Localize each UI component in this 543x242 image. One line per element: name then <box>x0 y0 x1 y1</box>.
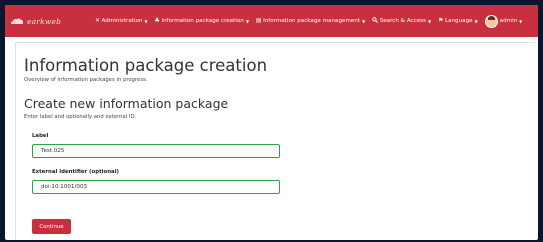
nav-information-package-creation-label: Information package creation <box>161 18 244 24</box>
caret-down-icon: ▼ <box>245 18 249 24</box>
cloud-logo-icon <box>10 18 24 24</box>
caret-down-icon: ▼ <box>474 18 478 24</box>
sitemap-icon: ♣ <box>154 17 160 24</box>
main-content: Information package creation Overview of… <box>5 37 538 240</box>
nav-language[interactable]: ⚑ Language ▼ <box>438 17 478 25</box>
nav-information-package-creation[interactable]: ♣ Information package creation ▼ <box>154 17 249 25</box>
caret-down-icon: ▼ <box>427 18 432 24</box>
page-subtitle: Overview of information packages in prog… <box>24 77 148 83</box>
avatar <box>484 14 498 28</box>
external-id-input[interactable]: doi:10.1001/003 <box>32 180 280 194</box>
table-icon: ▤ <box>255 17 262 24</box>
section-title: Create new information package <box>24 96 229 111</box>
app-window: earkweb ✕ Administration ▼ ♣ Information… <box>5 5 538 240</box>
label-input[interactable]: Test.025 <box>32 144 280 158</box>
section-subtitle: Enter label and optionally and external … <box>24 114 137 120</box>
content-panel: Information package creation Overview of… <box>15 42 535 240</box>
flag-icon: ⚑ <box>438 17 444 24</box>
brand-logo[interactable]: earkweb <box>10 17 95 26</box>
caret-down-icon: ▼ <box>362 18 366 24</box>
nav-information-package-management[interactable]: ▤ Information package management ▼ <box>255 17 366 25</box>
label-field-label: Label <box>32 133 49 139</box>
nav-search-access-label: Search & Access <box>379 18 426 24</box>
external-id-field-label: External identifier (optional) <box>32 169 120 175</box>
brand-name: earkweb <box>27 16 62 26</box>
nav-administration[interactable]: ✕ Administration ▼ <box>95 17 148 25</box>
caret-down-icon: ▼ <box>144 18 148 24</box>
caret-down-icon: ▼ <box>519 18 523 24</box>
nav-user-label: admin <box>499 18 518 24</box>
nav-administration-label: Administration <box>101 18 143 24</box>
nav-search-access[interactable]: Search & Access ▼ <box>372 17 431 25</box>
navbar: earkweb ✕ Administration ▼ ♣ Information… <box>5 5 538 37</box>
continue-button[interactable]: Continue <box>32 219 71 234</box>
page-title: Information package creation <box>24 56 268 75</box>
nav-information-package-management-label: Information package management <box>263 18 361 24</box>
nav-language-label: Language <box>444 18 473 24</box>
nav-user-menu[interactable]: admin ▼ <box>484 14 523 28</box>
search-icon <box>372 17 379 25</box>
wrench-icon: ✕ <box>95 17 101 24</box>
